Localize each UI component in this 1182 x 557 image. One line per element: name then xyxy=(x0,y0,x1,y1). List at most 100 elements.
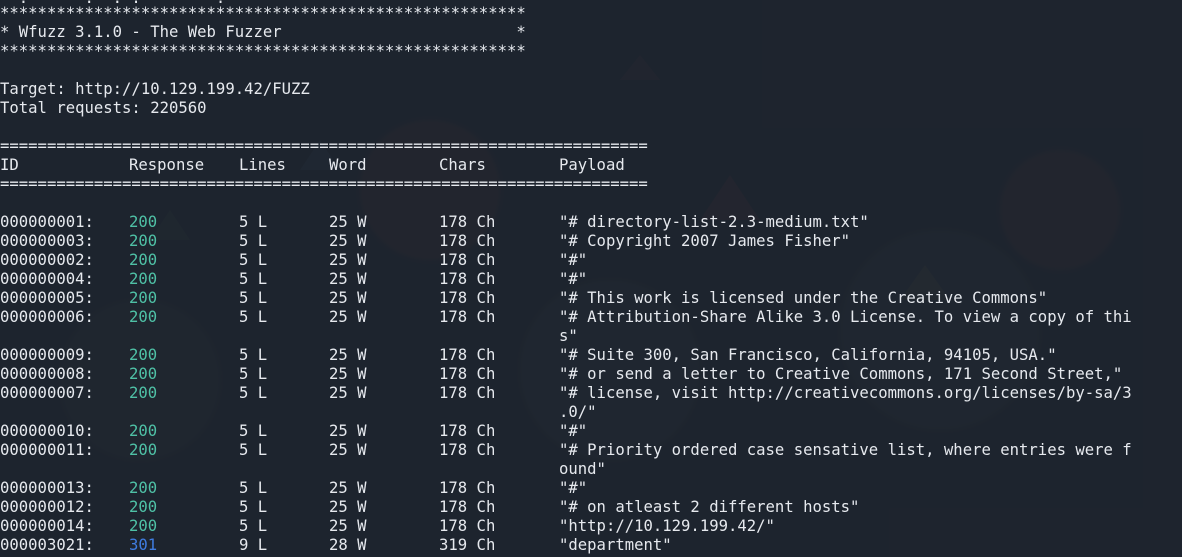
row-response-code: 200 xyxy=(129,251,158,269)
separator-bottom: ========================================… xyxy=(0,175,648,193)
row-payload: "#" xyxy=(559,422,588,440)
row-response-code: 200 xyxy=(129,308,158,326)
table-row: 000000013: 200 5 L 25 W 178 Ch "#" xyxy=(0,479,1182,498)
table-row: 000000002: 200 5 L 25 W 178 Ch "#" xyxy=(0,251,1182,270)
row-payload: "# This work is licensed under the Creat… xyxy=(559,289,1048,307)
row-id: 000000005: xyxy=(0,289,94,307)
row-chars: 319 Ch xyxy=(439,536,496,554)
row-payload: "# Priority ordered case sensative list,… xyxy=(559,441,1132,459)
row-chars: 178 Ch xyxy=(439,498,496,516)
table-row: 000000005: 200 5 L 25 W 178 Ch "# This work i… xyxy=(0,289,1182,308)
row-word: 25 W xyxy=(329,213,367,231)
row-id: 000003021: xyxy=(0,536,94,554)
row-word: 25 W xyxy=(329,479,367,497)
row-word: 28 W xyxy=(329,536,367,554)
row-id: 000000014: xyxy=(0,517,94,535)
row-payload: "# on atleast 2 different hosts" xyxy=(559,498,860,516)
row-lines: 5 L xyxy=(239,479,268,497)
header-payload: Payload xyxy=(559,156,625,174)
row-response-code: 200 xyxy=(129,517,158,535)
header-chars: Chars xyxy=(439,156,486,174)
row-word: 25 W xyxy=(329,384,367,402)
banner-stars-bottom: ****************************************… xyxy=(0,42,526,60)
row-payload-wrap: .0/" xyxy=(559,403,597,421)
row-word: 25 W xyxy=(329,289,367,307)
row-payload-wrap: s" xyxy=(559,327,578,345)
row-lines: 5 L xyxy=(239,441,268,459)
row-lines: 5 L xyxy=(239,251,268,269)
row-response-code: 200 xyxy=(129,232,158,250)
row-response-code: 200 xyxy=(129,270,158,288)
row-payload: "department" xyxy=(559,536,672,554)
row-chars: 178 Ch xyxy=(439,213,496,231)
row-chars: 178 Ch xyxy=(439,517,496,535)
row-id: 000000002: xyxy=(0,251,94,269)
table-row: 000000006: 200 5 L 25 W 178 Ch "# Attribution… xyxy=(0,308,1182,327)
row-id: 000000011: xyxy=(0,441,94,459)
row-lines: 9 L xyxy=(239,536,268,554)
row-word: 25 W xyxy=(329,441,367,459)
row-chars: 178 Ch xyxy=(439,365,496,383)
row-word: 25 W xyxy=(329,517,367,535)
row-lines: 5 L xyxy=(239,498,268,516)
header-response: Response xyxy=(129,156,205,174)
row-response-code: 200 xyxy=(129,498,158,516)
row-id: 000000010: xyxy=(0,422,94,440)
row-payload: "#" xyxy=(559,270,588,288)
row-id: 000000001: xyxy=(0,213,94,231)
row-id: 000000003: xyxy=(0,232,94,250)
total-requests-line: Total requests: 220560 xyxy=(0,99,207,117)
row-chars: 178 Ch xyxy=(439,289,496,307)
row-id: 000000006: xyxy=(0,308,94,326)
row-word: 25 W xyxy=(329,232,367,250)
row-chars: 178 Ch xyxy=(439,441,496,459)
row-payload-wrap: ound" xyxy=(559,460,606,478)
table-row: 000000010: 200 5 L 25 W 178 Ch "#" xyxy=(0,422,1182,441)
table-row: 000000009: 200 5 L 25 W 178 Ch "# Suite 300, … xyxy=(0,346,1182,365)
banner-title: * Wfuzz 3.1.0 - The Web Fuzzer * xyxy=(0,23,526,41)
table-row: 000000012: 200 5 L 25 W 178 Ch "# on atleast … xyxy=(0,498,1182,517)
row-response-code: 200 xyxy=(129,422,158,440)
row-response-code: 200 xyxy=(129,479,158,497)
row-chars: 178 Ch xyxy=(439,384,496,402)
row-chars: 178 Ch xyxy=(439,479,496,497)
row-lines: 5 L xyxy=(239,346,268,364)
target-line: Target: http://10.129.199.42/FUZZ xyxy=(0,80,310,98)
row-response-code: 200 xyxy=(129,384,158,402)
row-chars: 178 Ch xyxy=(439,422,496,440)
header-word: Word xyxy=(329,156,367,174)
row-payload: "# Attribution-Share Alike 3.0 License. … xyxy=(559,308,1132,326)
row-payload: "# directory-list-2.3-medium.txt" xyxy=(559,213,869,231)
table-row: 000000014: 200 5 L 25 W 178 Ch "http://10.129… xyxy=(0,517,1182,536)
row-payload: "# Suite 300, San Francisco, California,… xyxy=(559,346,1057,364)
row-lines: 5 L xyxy=(239,422,268,440)
row-chars: 178 Ch xyxy=(439,232,496,250)
row-chars: 178 Ch xyxy=(439,270,496,288)
table-row: 000000004: 200 5 L 25 W 178 Ch "#" xyxy=(0,270,1182,289)
row-lines: 5 L xyxy=(239,289,268,307)
row-word: 25 W xyxy=(329,270,367,288)
row-word: 25 W xyxy=(329,498,367,516)
row-lines: 5 L xyxy=(239,270,268,288)
row-lines: 5 L xyxy=(239,232,268,250)
row-id: 000000009: xyxy=(0,346,94,364)
row-id: 000000013: xyxy=(0,479,94,497)
table-row-continuation: ound" xyxy=(0,460,1182,479)
row-word: 25 W xyxy=(329,346,367,364)
banner-stars-top: ****************************************… xyxy=(0,4,526,22)
row-response-code: 301 xyxy=(129,536,158,554)
row-word: 25 W xyxy=(329,365,367,383)
row-id: 000000004: xyxy=(0,270,94,288)
row-lines: 5 L xyxy=(239,517,268,535)
header-id: ID xyxy=(0,156,19,174)
table-row: 000000003: 200 5 L 25 W 178 Ch "# Copyright 2… xyxy=(0,232,1182,251)
row-payload: "http://10.129.199.42/" xyxy=(559,517,775,535)
row-lines: 5 L xyxy=(239,308,268,326)
row-response-code: 200 xyxy=(129,289,158,307)
row-lines: 5 L xyxy=(239,384,268,402)
table-row-continuation: .0/" xyxy=(0,403,1182,422)
separator-top: ========================================… xyxy=(0,137,648,155)
table-row: 000003021: 301 9 L 28 W 319 Ch "department" xyxy=(0,536,1182,555)
row-payload: "#" xyxy=(559,251,588,269)
row-lines: 5 L xyxy=(239,365,268,383)
